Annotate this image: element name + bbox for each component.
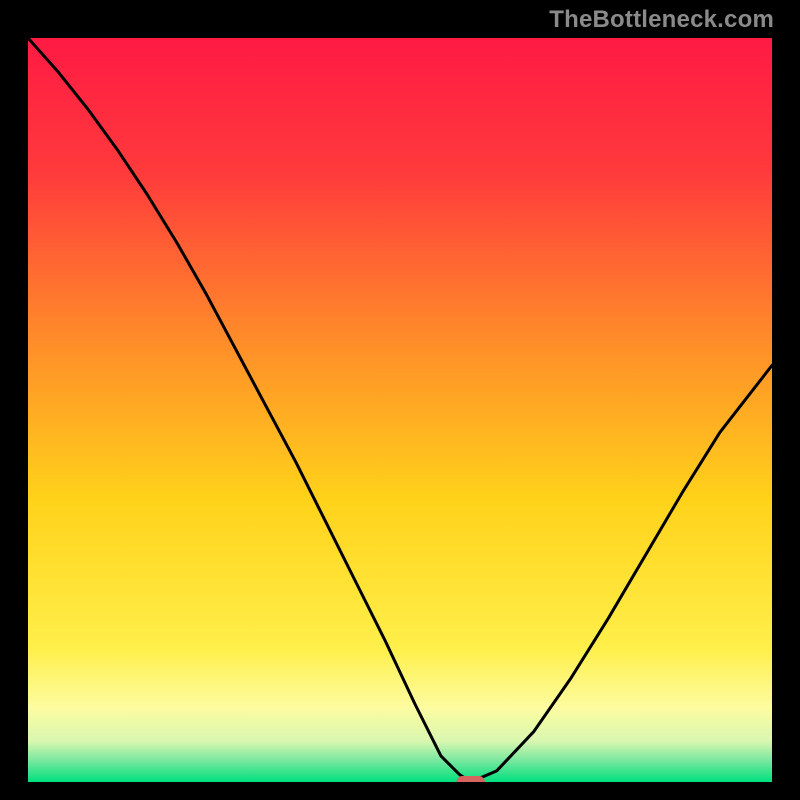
chart-svg (28, 38, 772, 782)
trough-marker (457, 776, 485, 782)
watermark-text: TheBottleneck.com (549, 6, 774, 34)
plot-area (28, 38, 772, 782)
chart-frame: TheBottleneck.com (0, 0, 800, 800)
